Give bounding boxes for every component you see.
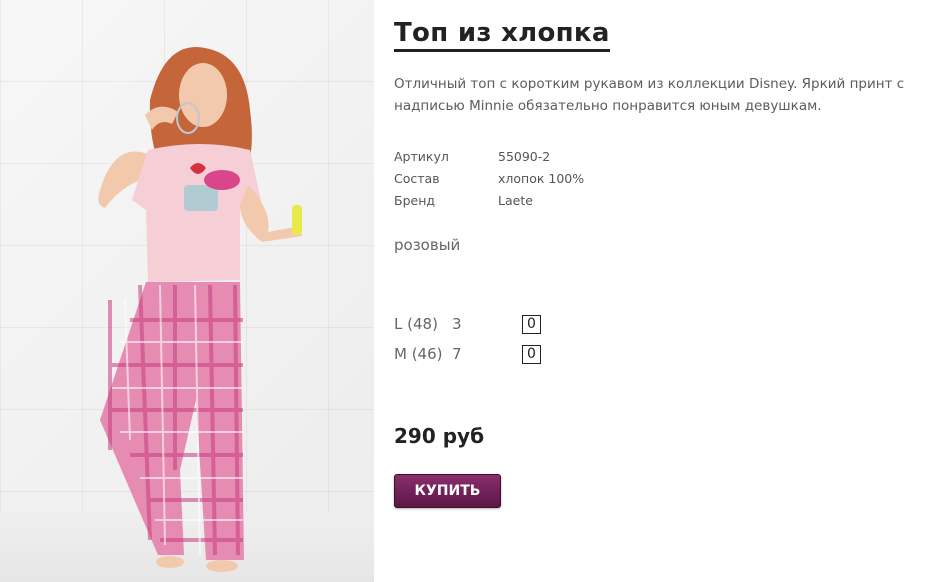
size-row-m: M (46) 7 [394,339,541,369]
size-l-quantity-input[interactable] [522,314,541,334]
spec-row-composition: Состав хлопок 100% [394,168,584,190]
spec-row-brand: Бренд Laete [394,190,584,212]
product-description: Отличный топ с коротким рукавом из колле… [394,76,905,114]
model-illustration [98,47,302,572]
size-label: M (46) [394,345,443,363]
product-details: Топ из хлопка Отличный топ с коротким ру… [394,0,928,582]
spec-row-article: Артикул 55090-2 [394,146,584,168]
product-photo [0,0,374,582]
size-m-quantity-input[interactable] [522,344,541,364]
size-list: L (48) 3 M (46) 7 [394,309,541,369]
product-specs: Артикул 55090-2 Состав хлопок 100% Бренд… [394,146,584,212]
size-label: L (48) [394,315,438,333]
size-row-l: L (48) 3 [394,309,541,339]
spec-label: Состав [394,171,440,186]
size-stock: 3 [452,315,462,333]
spec-label: Бренд [394,193,436,208]
size-stock: 7 [452,345,462,363]
spec-label: Артикул [394,149,449,164]
spec-value: хлопок 100% [498,171,585,186]
product-title: Топ из хлопка [394,18,610,52]
buy-button[interactable]: Купить [394,474,501,508]
spec-value: 55090-2 [498,149,551,164]
product-price: 290 руб [394,424,485,448]
spec-value: Laete [498,193,533,208]
product-color: розовый [394,236,461,254]
